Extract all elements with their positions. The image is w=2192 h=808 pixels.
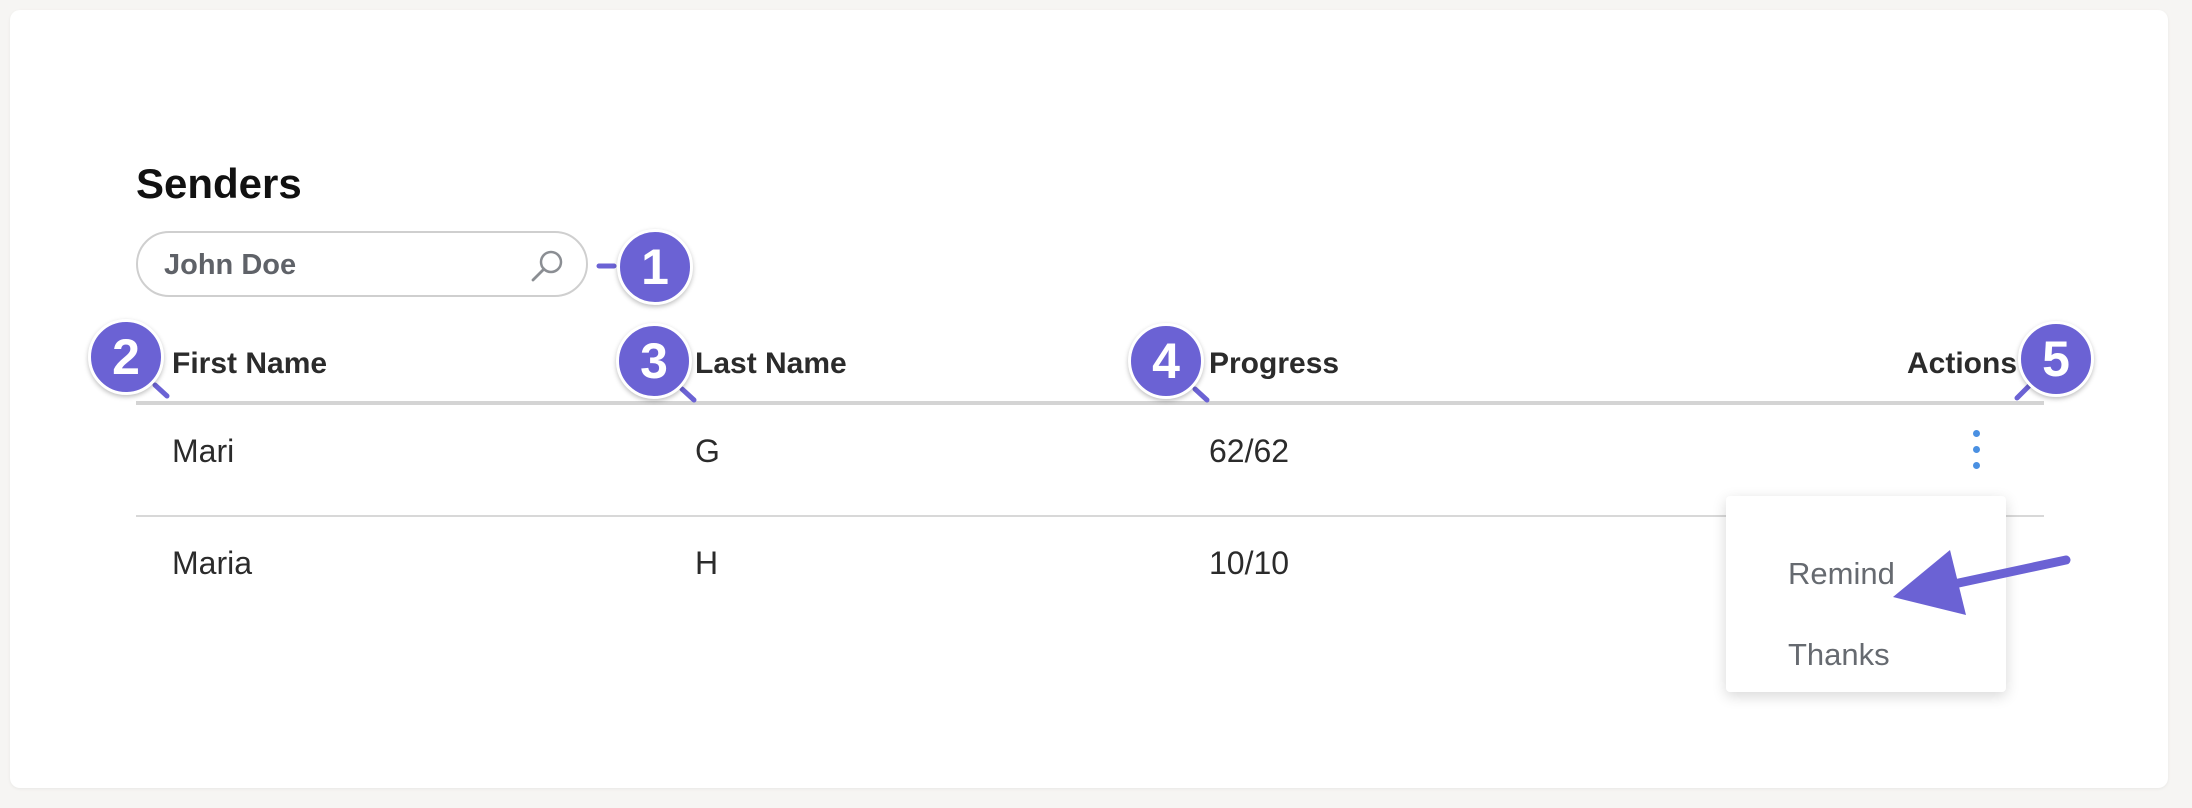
- column-header-first-name[interactable]: First Name: [172, 344, 327, 384]
- search-icon[interactable]: [528, 246, 568, 286]
- search-input[interactable]: [164, 245, 524, 285]
- annotation-badge-5: 5: [2018, 321, 2094, 397]
- annotation-badge-4: 4: [1128, 323, 1204, 399]
- menu-item-remind[interactable]: Remind: [1788, 554, 1895, 594]
- page-title: Senders: [136, 160, 302, 207]
- cell-progress: 10/10: [1209, 545, 1290, 581]
- annotation-badge-3: 3: [616, 323, 692, 399]
- cell-first-name: Maria: [172, 545, 253, 581]
- cell-progress: 62/62: [1209, 433, 1290, 469]
- column-header-last-name[interactable]: Last Name: [695, 344, 847, 384]
- column-header-actions: Actions: [1907, 347, 2018, 380]
- annotation-badge-2: 2: [88, 319, 164, 395]
- cell-first-name: Mari: [172, 433, 235, 469]
- annotation-badge-1: 1: [617, 229, 693, 305]
- row-actions-menu: Remind Thanks: [1726, 496, 2006, 692]
- search-box[interactable]: [136, 231, 588, 297]
- menu-item-thanks[interactable]: Thanks: [1788, 635, 1890, 675]
- row-actions-kebab-icon[interactable]: [1964, 430, 1988, 480]
- cell-last-name: G: [695, 433, 720, 469]
- column-header-progress[interactable]: Progress: [1209, 344, 1339, 384]
- header-divider: [136, 401, 2044, 405]
- cell-last-name: H: [695, 545, 719, 581]
